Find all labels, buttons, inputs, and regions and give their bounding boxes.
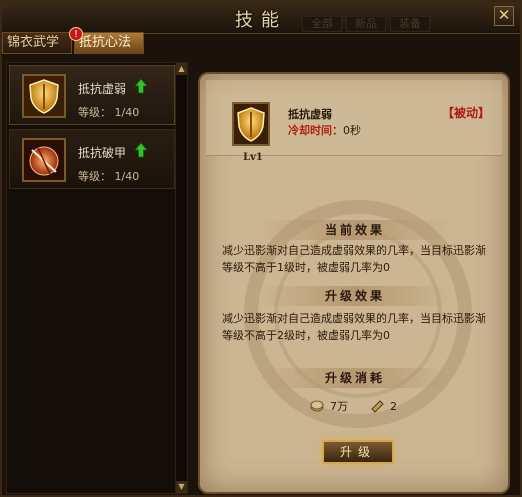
skill-item-resist-armor-break[interactable]: 抵抗破甲 等级： 1/40 — [9, 129, 175, 189]
upgrade-button[interactable]: 升级 — [322, 440, 394, 464]
cost-coin-value: 7万 — [330, 400, 348, 413]
silver-coin-icon — [310, 399, 324, 413]
upgrade-effect-title: 升级效果 — [260, 286, 450, 306]
upgrade-arrow-icon — [134, 142, 148, 158]
cooldown-row: 冷却时间：0秒 — [288, 122, 361, 138]
cost-scroll-value: 2 — [390, 399, 397, 413]
skill-name: 抵抗破甲 — [78, 146, 127, 160]
upgrade-arrow-icon — [134, 78, 148, 94]
broken-shield-icon — [22, 138, 66, 182]
detail-header: Lv1 抵抗虚弱 冷却时间：0秒 【被动】 — [206, 80, 502, 163]
alert-badge: ! — [69, 27, 83, 41]
tab-jinyi-wuxue[interactable]: 锦衣武学 — [2, 32, 72, 54]
tab-bar: 锦衣武学 ! 抵抗心法 — [2, 27, 144, 54]
yellow-shield-icon — [232, 102, 270, 146]
skill-type-label: 【被动】 — [441, 106, 490, 120]
upgrade-cost-title: 升级消耗 — [260, 368, 450, 388]
skill-list: 抵抗虚弱 等级： 1/40 抵抗破甲 等级： 1/40 — [7, 63, 177, 193]
ghost-tab: 新品 — [346, 16, 386, 32]
skill-detail-panel: Lv1 抵抗虚弱 冷却时间：0秒 【被动】 当前效果 减少迅影渐对自己造成虚弱效… — [198, 72, 510, 494]
skill-level: 等级： 1/40 — [78, 170, 140, 183]
scroll-up-icon[interactable]: ▲ — [176, 63, 187, 75]
cost-row: 7万 2 — [310, 398, 413, 414]
tab-label: 抵抗心法 — [79, 35, 132, 50]
skill-window: 技能 全部 新品 装备 ✕ 锦衣武学 ! 抵抗心法 抵抗虚弱 等级： 1/40 … — [0, 0, 522, 497]
ghost-tab: 全部 — [302, 16, 342, 32]
tab-dikang-xinfa[interactable]: ! 抵抗心法 — [69, 27, 144, 54]
skill-level-badge: Lv1 — [243, 152, 263, 163]
current-effect-title: 当前效果 — [260, 220, 450, 240]
skill-scroll-icon — [370, 399, 384, 413]
current-effect-text: 减少迅影渐对自己造成虚弱效果的几率，当目标迅影渐等级不高于1级时，被虚弱几率为0 — [222, 244, 486, 274]
scrollbar[interactable]: ▲ ▼ — [175, 63, 187, 493]
skill-list-panel: 抵抗虚弱 等级： 1/40 抵抗破甲 等级： 1/40 ▲ ▼ — [6, 62, 188, 494]
skill-name: 抵抗虚弱 — [78, 82, 127, 96]
detail-skill-name: 抵抗虚弱 — [288, 108, 332, 121]
yellow-shield-icon — [22, 74, 66, 118]
ghost-tabs: 全部 新品 装备 — [302, 16, 430, 32]
cooldown-label: 冷却时间： — [288, 124, 343, 137]
ghost-tab: 装备 — [390, 16, 430, 32]
skill-item-resist-weakness[interactable]: 抵抗虚弱 等级： 1/40 — [9, 65, 175, 125]
upgrade-effect-text: 减少迅影渐对自己造成虚弱效果的几率，当目标迅影渐等级不高于2级时，被虚弱几率为0 — [222, 312, 486, 342]
scroll-down-icon[interactable]: ▼ — [176, 481, 187, 493]
skill-level: 等级： 1/40 — [78, 106, 140, 119]
close-icon[interactable]: ✕ — [494, 6, 514, 26]
cooldown-value: 0秒 — [343, 124, 361, 137]
